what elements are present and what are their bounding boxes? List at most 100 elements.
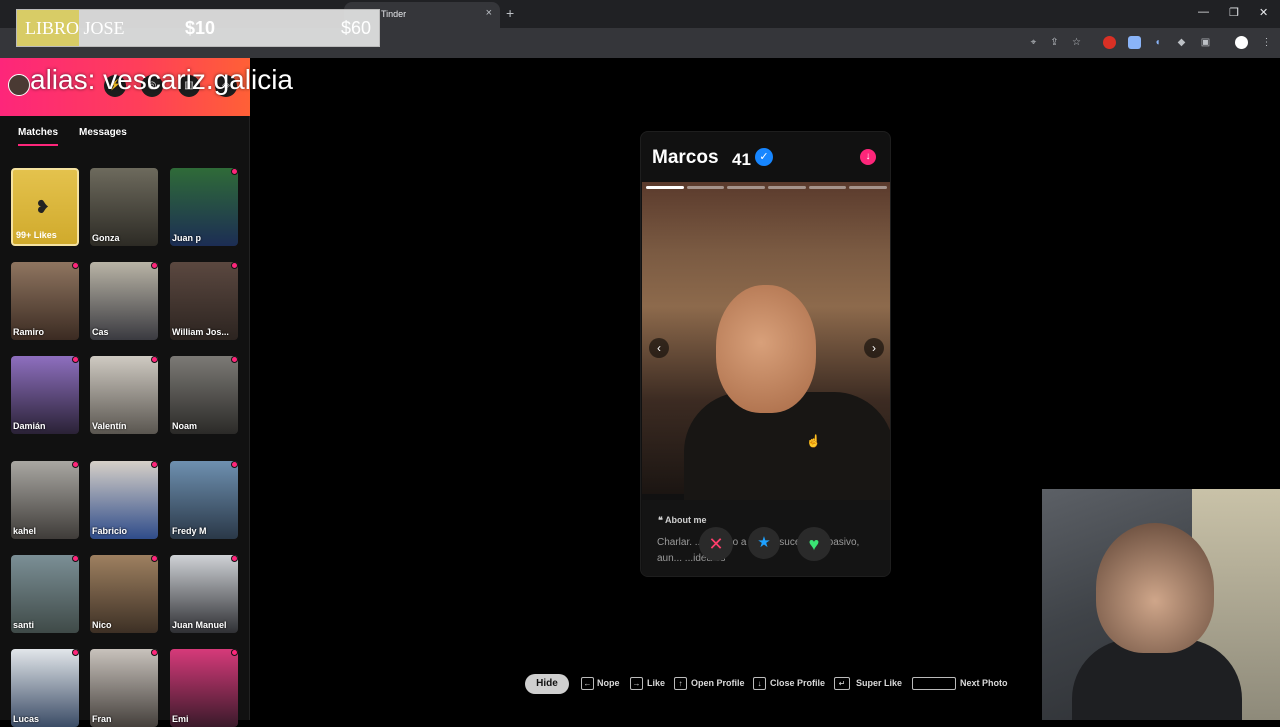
donation-current: $10 bbox=[185, 18, 216, 38]
match-tile[interactable]: Cas bbox=[90, 262, 158, 340]
new-tab-icon[interactable]: + bbox=[506, 5, 514, 21]
about-title-text: About me bbox=[665, 515, 707, 525]
profile-avatar-icon[interactable] bbox=[1235, 36, 1248, 49]
minimize-icon[interactable]: — bbox=[1198, 6, 1209, 18]
unread-dot bbox=[231, 555, 238, 562]
match-tile[interactable]: Fran bbox=[90, 649, 158, 727]
tab-close-icon[interactable]: × bbox=[486, 7, 492, 19]
right-arrow-key-icon: → bbox=[630, 677, 643, 690]
likes-tile[interactable]: ❥ 99+ Likes bbox=[11, 168, 79, 246]
hint-close-profile: Close Profile bbox=[770, 678, 826, 688]
match-name: santi bbox=[13, 620, 35, 630]
match-name: Noam bbox=[172, 421, 198, 431]
match-name: Fabricio bbox=[92, 526, 128, 536]
unread-dot bbox=[72, 262, 79, 269]
profile-photo[interactable]: ‹ › bbox=[642, 182, 890, 502]
match-tile[interactable]: Juan p bbox=[170, 168, 238, 246]
match-tile[interactable]: Valentín bbox=[90, 356, 158, 434]
restore-icon[interactable]: ❐ bbox=[1229, 6, 1239, 19]
photo-progress-segment bbox=[646, 186, 684, 189]
spacebar-key-icon bbox=[912, 677, 956, 690]
about-title: ❝ About me bbox=[658, 515, 707, 525]
match-name: William Jos... bbox=[172, 327, 229, 337]
unread-dot bbox=[151, 262, 158, 269]
tab-matches[interactable]: Matches bbox=[18, 127, 59, 146]
unread-dot bbox=[231, 262, 238, 269]
match-name: Ramiro bbox=[13, 327, 45, 337]
match-tile[interactable]: Fredy M bbox=[170, 461, 238, 539]
photo-progress-segment bbox=[768, 186, 806, 189]
match-tile[interactable]: Fabricio bbox=[90, 461, 158, 539]
unread-dot bbox=[231, 461, 238, 468]
photo-subject-face bbox=[716, 285, 816, 413]
profile-age: 41 bbox=[732, 150, 751, 169]
unread-dot bbox=[151, 555, 158, 562]
photo-progress-segment bbox=[686, 186, 725, 189]
sidebar-tabs: Matches Messages bbox=[0, 116, 250, 152]
hint-open-profile: Open Profile bbox=[691, 678, 745, 688]
location-icon[interactable]: ⌖ bbox=[1027, 36, 1040, 49]
hide-hints-button[interactable]: Hide bbox=[525, 674, 569, 694]
enter-key-icon: ↵ bbox=[834, 677, 850, 690]
match-name: Fredy M bbox=[172, 526, 207, 536]
up-arrow-key-icon: ↑ bbox=[674, 677, 687, 690]
open-profile-arrow-icon[interactable]: ↓ bbox=[860, 149, 876, 165]
match-tile[interactable]: Lucas bbox=[11, 649, 79, 727]
match-name: Fran bbox=[92, 714, 112, 724]
unread-dot bbox=[151, 649, 158, 656]
match-tile[interactable]: Nico bbox=[90, 555, 158, 633]
match-tile[interactable]: Emi bbox=[170, 649, 238, 727]
match-tile[interactable]: Noam bbox=[170, 356, 238, 434]
likes-heart-icon: ❥ bbox=[35, 197, 51, 217]
menu-dots-icon[interactable]: ⋮ bbox=[1260, 36, 1273, 49]
superlike-button[interactable]: ★ bbox=[748, 527, 780, 559]
unread-dot bbox=[231, 168, 238, 175]
match-tile[interactable]: Juan Manuel bbox=[170, 555, 238, 633]
match-tile[interactable]: santi bbox=[11, 555, 79, 633]
sidebar-header: ⚡ ◎ ▥ ◈ alias: vescariz.galicia bbox=[0, 58, 293, 116]
unread-dot bbox=[72, 649, 79, 656]
unread-dot bbox=[231, 356, 238, 363]
close-window-icon[interactable]: ✕ bbox=[1259, 6, 1268, 19]
alias-overlay: alias: vescariz.galicia bbox=[30, 64, 293, 95]
extension-screen-icon[interactable] bbox=[1128, 36, 1141, 49]
next-photo-icon[interactable]: › bbox=[864, 338, 884, 358]
tab-title: Tinder bbox=[381, 9, 407, 19]
down-arrow-key-icon: ↓ bbox=[753, 677, 766, 690]
match-name: Juan p bbox=[172, 233, 202, 243]
hint-nope: Nope bbox=[597, 678, 620, 688]
match-tile[interactable]: William Jos... bbox=[170, 262, 238, 340]
left-arrow-key-icon: ← bbox=[581, 677, 594, 690]
extension-audio-icon[interactable]: ◖ bbox=[1151, 36, 1164, 49]
user-avatar[interactable] bbox=[8, 74, 30, 96]
match-name: Juan Manuel bbox=[172, 620, 227, 630]
match-tile[interactable]: Damián bbox=[11, 356, 79, 434]
match-name: Lucas bbox=[13, 714, 40, 724]
donation-goal: $60 bbox=[340, 18, 371, 38]
match-name: Gonza bbox=[92, 233, 120, 243]
unread-dot bbox=[231, 649, 238, 656]
install-app-icon[interactable]: ⇪ bbox=[1048, 36, 1061, 49]
keyboard-hints-bar: Hide ← Nope → Like ↑ Open Profile ↓ Clos… bbox=[525, 674, 1025, 694]
extension-record-icon[interactable] bbox=[1103, 36, 1116, 49]
nope-button[interactable]: ✕ bbox=[699, 527, 733, 561]
match-name: Cas bbox=[92, 327, 109, 337]
like-button[interactable]: ♥ bbox=[797, 527, 831, 561]
extensions-puzzle-icon[interactable]: ▣ bbox=[1199, 36, 1212, 49]
photo-progress-segment bbox=[849, 186, 888, 189]
match-tile[interactable]: Ramiro bbox=[11, 262, 79, 340]
bookmark-star-icon[interactable]: ☆ bbox=[1070, 36, 1083, 49]
likes-label: 99+ Likes bbox=[16, 230, 57, 240]
match-name: Nico bbox=[92, 620, 112, 630]
tab-messages[interactable]: Messages bbox=[79, 127, 127, 138]
unread-dot bbox=[72, 356, 79, 363]
prev-photo-icon[interactable]: ‹ bbox=[649, 338, 669, 358]
match-name: Damián bbox=[13, 421, 46, 431]
extension-gift-icon[interactable]: ◆ bbox=[1175, 36, 1188, 49]
verified-badge-icon: ✓ bbox=[755, 148, 773, 166]
donation-name: LIBRO JOSE bbox=[25, 18, 125, 38]
match-tile[interactable]: kahel bbox=[11, 461, 79, 539]
photo-progress-segment bbox=[727, 186, 766, 189]
match-tile[interactable]: Gonza bbox=[90, 168, 158, 246]
match-name: Valentín bbox=[92, 421, 127, 431]
